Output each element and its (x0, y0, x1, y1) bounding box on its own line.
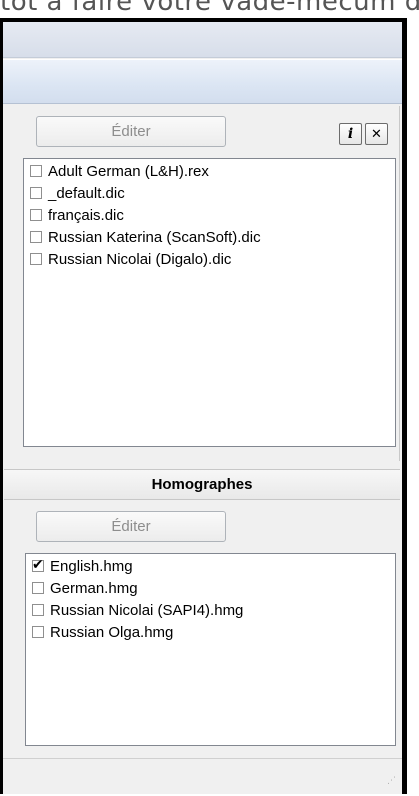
list-item[interactable]: Russian Nicolai (Digalo).dic (24, 248, 395, 270)
dictionaries-panel: Éditer i ✕ Adult German (L&H).rex _defaul… (4, 106, 400, 461)
resize-grip-icon[interactable]: ⋰ (384, 776, 396, 789)
edit-dictionary-button[interactable]: Éditer (36, 116, 226, 147)
list-item-label: English.hmg (50, 557, 133, 575)
list-item-label: _default.dic (48, 184, 125, 202)
list-item-label: français.dic (48, 206, 124, 224)
list-item-label: Russian Nicolai (SAPI4).hmg (50, 601, 244, 619)
list-item-label: German.hmg (50, 579, 138, 597)
edit-homographs-button[interactable]: Éditer (36, 511, 226, 542)
close-icon[interactable]: ✕ (365, 123, 388, 145)
checkbox[interactable] (32, 582, 44, 594)
checkbox[interactable] (30, 231, 42, 243)
list-item-label: Adult German (L&H).rex (48, 162, 209, 180)
list-item[interactable]: ✔ English.hmg (26, 555, 395, 577)
checkbox[interactable] (32, 604, 44, 616)
list-item[interactable]: Russian Olga.hmg (26, 621, 395, 643)
list-item[interactable]: Adult German (L&H).rex (24, 160, 395, 182)
status-bar: ⋰ (3, 758, 402, 794)
dictionaries-list[interactable]: Adult German (L&H).rex _default.dic frança… (23, 158, 396, 447)
list-item-label: Russian Katerina (ScanSoft).dic (48, 228, 261, 246)
checkbox[interactable] (30, 253, 42, 265)
checkbox[interactable] (32, 626, 44, 638)
list-item[interactable]: français.dic (24, 204, 395, 226)
checkmark-icon: ✔ (32, 556, 44, 572)
checkbox[interactable] (30, 187, 42, 199)
checkbox[interactable] (30, 209, 42, 221)
background-text: tôt à faire votre vade-mecum de (0, 0, 419, 17)
window-frame: Éditer i ✕ Adult German (L&H).rex _defaul… (0, 18, 407, 794)
homographs-list[interactable]: ✔ English.hmg German.hmg Russian Nicolai (S… (25, 553, 396, 746)
list-item-label: Russian Olga.hmg (50, 623, 174, 641)
info-icon[interactable]: i (339, 123, 362, 145)
toolbar (3, 59, 402, 104)
checkbox[interactable]: ✔ (32, 556, 44, 572)
list-item[interactable]: Russian Katerina (ScanSoft).dic (24, 226, 395, 248)
list-item[interactable]: Russian Nicolai (SAPI4).hmg (26, 599, 395, 621)
list-item[interactable]: _default.dic (24, 182, 395, 204)
title-bar (3, 22, 402, 58)
list-item-label: Russian Nicolai (Digalo).dic (48, 250, 232, 268)
homographs-header: Homographes (4, 469, 400, 500)
list-item[interactable]: German.hmg (26, 577, 395, 599)
checkbox[interactable] (30, 165, 42, 177)
homographs-panel: Homographes Éditer ✔ English.hmg German.hm… (4, 469, 400, 755)
